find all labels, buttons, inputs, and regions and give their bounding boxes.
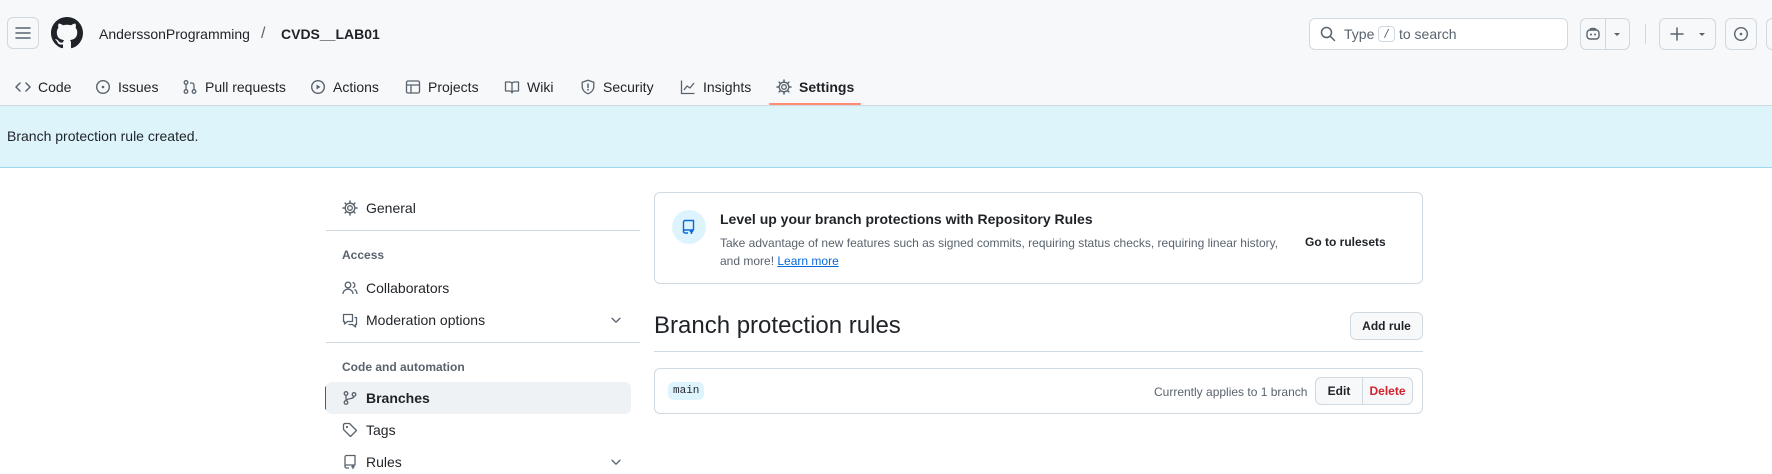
- search-icon: [1320, 26, 1336, 42]
- tab-label: Pull requests: [205, 79, 286, 95]
- rule-row: main Currently applies to 1 branch Edit …: [654, 368, 1423, 414]
- sidebar-item-label: General: [366, 200, 416, 216]
- search-suffix: to search: [1398, 26, 1457, 42]
- sidebar-item-label: Tags: [366, 422, 396, 438]
- sidebar-item-label: Rules: [366, 454, 402, 470]
- play-icon: [310, 79, 326, 95]
- sidebar-item-label: Branches: [366, 390, 430, 406]
- issue-opened-icon: [95, 79, 111, 95]
- tag-icon: [342, 422, 358, 438]
- app-header: AnderssonProgramming / CVDS__LAB01 Type …: [0, 0, 1772, 106]
- page-title: Branch protection rules: [654, 312, 901, 339]
- copilot-icon[interactable]: [1581, 19, 1605, 49]
- gear-icon: [776, 79, 792, 95]
- tab-insights[interactable]: Insights: [680, 68, 751, 106]
- pull-requests-button[interactable]: [1766, 18, 1772, 50]
- tab-actions[interactable]: Actions: [310, 68, 379, 106]
- search-prefix: Type: [1344, 26, 1375, 42]
- sidebar-divider: [326, 342, 640, 343]
- chevron-down-icon: [611, 317, 621, 323]
- tab-security[interactable]: Security: [580, 68, 654, 106]
- delete-rule-button[interactable]: Delete: [1362, 378, 1412, 404]
- tab-settings[interactable]: Settings: [776, 68, 854, 106]
- code-icon: [15, 82, 31, 92]
- tab-code[interactable]: Code: [15, 68, 71, 106]
- section-divider: [654, 351, 1423, 352]
- report-icon: [342, 313, 358, 328]
- triangle-down-icon: [1614, 33, 1621, 36]
- breadcrumb-owner[interactable]: AnderssonProgramming: [99, 25, 250, 43]
- header-divider: [1645, 24, 1646, 44]
- tab-label: Security: [603, 79, 654, 95]
- breadcrumb-repo[interactable]: CVDS__LAB01: [281, 25, 380, 43]
- breadcrumb-separator: /: [261, 25, 266, 42]
- go-to-rulesets-link[interactable]: Go to rulesets: [1305, 235, 1386, 249]
- your-issues-button[interactable]: [1725, 18, 1757, 50]
- github-logo-icon[interactable]: [51, 17, 83, 49]
- edit-rule-button[interactable]: Edit: [1316, 378, 1362, 404]
- sidebar-item-branches[interactable]: Branches: [326, 382, 631, 414]
- menu-button[interactable]: [7, 17, 39, 49]
- chevron-down-icon: [611, 459, 621, 465]
- tab-label: Insights: [703, 79, 752, 95]
- tab-label: Projects: [428, 79, 479, 95]
- copilot-dropdown[interactable]: [1604, 19, 1629, 49]
- banner-description: Take advantage of new features such as s…: [720, 234, 1300, 270]
- sidebar-divider: [326, 230, 640, 231]
- flash-notice: Branch protection rule created.: [0, 106, 1772, 168]
- shield-icon: [581, 79, 595, 95]
- tab-projects[interactable]: Projects: [405, 68, 479, 106]
- sidebar-item-tags[interactable]: Tags: [326, 414, 631, 446]
- applies-count: Currently applies to 1 branch: [1154, 385, 1308, 399]
- tab-label: Wiki: [527, 79, 554, 95]
- tab-label: Issues: [118, 79, 159, 95]
- banner-title: Level up your branch protections with Re…: [720, 211, 1093, 227]
- copilot-button[interactable]: [1580, 18, 1630, 50]
- sidebar-item-label: Collaborators: [366, 280, 450, 296]
- git-branch-icon: [343, 391, 357, 405]
- tab-label: Code: [38, 79, 72, 95]
- header-row: AnderssonProgramming / CVDS__LAB01 Type …: [0, 0, 1772, 68]
- rulesets-banner: Level up your branch protections with Re…: [654, 192, 1423, 284]
- sidebar-item-collaborators[interactable]: Collaborators: [326, 272, 631, 304]
- repo-nav: Code Issues Pull requests Actions Projec…: [0, 68, 1772, 106]
- create-new-button[interactable]: [1659, 18, 1716, 50]
- table-icon: [405, 80, 421, 94]
- plus-icon: [1669, 27, 1684, 41]
- add-rule-button[interactable]: Add rule: [1350, 312, 1423, 340]
- rule-actions: Edit Delete: [1315, 377, 1413, 405]
- flash-message: Branch protection rule created.: [7, 128, 199, 144]
- tab-label: Actions: [333, 79, 379, 95]
- book-icon: [504, 81, 520, 94]
- learn-more-link[interactable]: Learn more: [777, 254, 838, 268]
- tab-label: Settings: [799, 79, 855, 95]
- search-shortcut-key: /: [1378, 26, 1395, 42]
- search-input[interactable]: Type / to search: [1309, 18, 1568, 50]
- active-tab-indicator: [769, 103, 861, 105]
- tab-issues[interactable]: Issues: [95, 68, 158, 106]
- sidebar-item-moderation[interactable]: Moderation options: [326, 304, 631, 336]
- tab-wiki[interactable]: Wiki: [504, 68, 553, 106]
- graph-icon: [680, 80, 695, 95]
- branch-name-badge[interactable]: main: [668, 382, 705, 400]
- issue-opened-icon: [1733, 26, 1749, 42]
- gear-icon: [342, 200, 358, 216]
- sidebar-item-general[interactable]: General: [326, 192, 631, 224]
- sidebar-item-label: Moderation options: [366, 312, 486, 328]
- tab-pull-requests[interactable]: Pull requests: [182, 68, 286, 106]
- sidebar-item-rules[interactable]: Rules: [326, 446, 631, 474]
- git-pull-request-icon: [183, 80, 197, 94]
- hamburger-icon: [15, 27, 31, 39]
- repo-rules-icon: [672, 210, 706, 244]
- sidebar-heading-code: Code and automation: [342, 360, 465, 374]
- people-icon: [342, 281, 358, 295]
- triangle-down-icon: [1698, 33, 1705, 36]
- repo-push-icon: [344, 454, 356, 469]
- sidebar-heading-access: Access: [342, 248, 385, 262]
